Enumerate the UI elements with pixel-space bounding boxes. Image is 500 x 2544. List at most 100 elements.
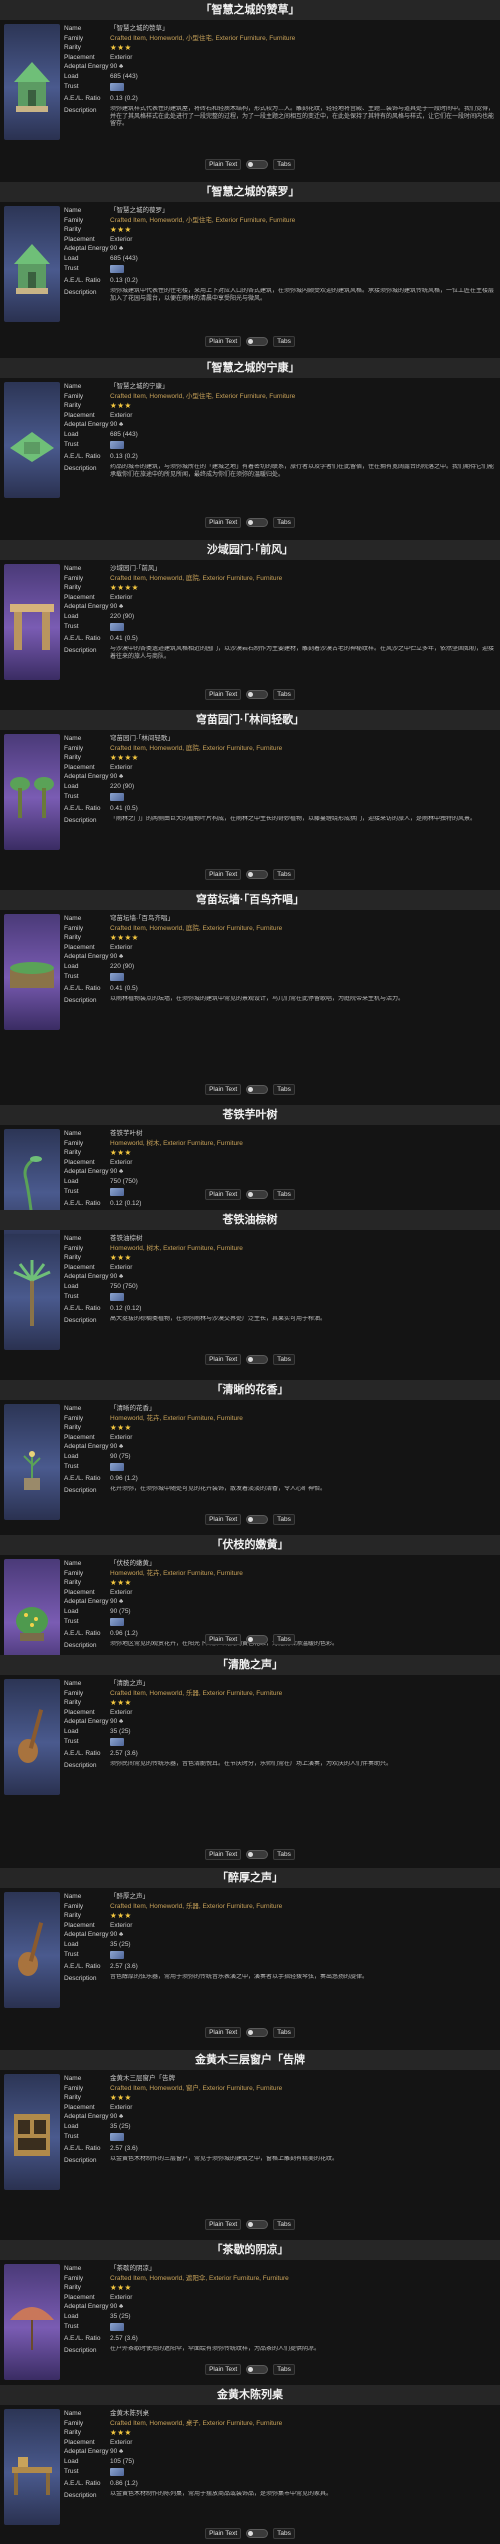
plain-text-button[interactable]: Plain Text (205, 335, 242, 347)
view-toggle-switch[interactable] (246, 2364, 269, 2374)
name-value: 苍铁油棕树 (110, 1235, 143, 1242)
tabs-button[interactable]: Tabs (273, 1633, 295, 1645)
name-value: 「智慧之城的宁康」 (110, 383, 169, 390)
furniture-icon (14, 2114, 50, 2156)
load-label: Load (64, 962, 79, 970)
view-toggle: Plain Text Tabs (0, 2217, 500, 2231)
view-toggle-switch[interactable] (246, 1189, 269, 1199)
energy-value: 90 ♣ (110, 1931, 124, 1939)
ratio-label: A.E./L. Ratio (64, 1963, 101, 1971)
item-title: 金黄木三层窗户「告牌 (0, 2050, 500, 2070)
trust-icon (110, 2467, 124, 2476)
load-label: Load (64, 2122, 79, 2130)
item-thumbnail (4, 1679, 60, 1795)
item-title: 沙域园门·「前风」 (0, 540, 500, 560)
placement-label: Placement (64, 2438, 95, 2446)
plain-text-button[interactable]: Plain Text (205, 158, 242, 170)
trust-label: Trust (64, 1737, 79, 1745)
item-thumbnail (4, 2409, 60, 2525)
ratio-label: A.E./L. Ratio (64, 635, 101, 643)
item-card: 「茶歇的阴凉」 Name 「茶歇的阴凉」 Family Crafted Item, … (0, 2240, 500, 2380)
placement-label: Placement (64, 1921, 95, 1929)
description-value: 药品的城市的建筑，与须弥城所在的「建城之地」有着密切的联系，旅行者以及学者们在此… (110, 463, 495, 478)
item-body: Name 「清脆之声」 Family Crafted Item, Homeworld… (0, 1675, 500, 1865)
item-card: 金黄木三层窗户「告牌 Name 金黄木三层窗户「告牌 Family Crafted … (0, 2050, 500, 2235)
rarity-stars: ★★★ (110, 1253, 132, 1263)
tabs-button[interactable]: Tabs (273, 1513, 295, 1525)
view-toggle-switch[interactable] (246, 2528, 269, 2538)
plain-text-button[interactable]: Plain Text (205, 516, 242, 528)
tabs-button[interactable]: Tabs (273, 688, 295, 700)
energy-value: 90 ♣ (110, 1598, 124, 1606)
item-body: Name 穹苗坛墙·「百鸟齐唱」 Family Crafted Item, Home… (0, 910, 500, 1100)
tabs-button[interactable]: Tabs (273, 516, 295, 528)
view-toggle-switch[interactable] (246, 1849, 269, 1859)
view-toggle-switch[interactable] (246, 2027, 269, 2037)
furniture-icon (10, 432, 54, 462)
tabs-button[interactable]: Tabs (273, 2363, 295, 2375)
plain-text-button[interactable]: Plain Text (205, 2363, 242, 2375)
plain-text-button[interactable]: Plain Text (205, 1188, 242, 1200)
load-value: 35 (25) (110, 2122, 131, 2130)
tabs-button[interactable]: Tabs (273, 1353, 295, 1365)
name-value: 沙域园门·「前风」 (110, 565, 161, 572)
energy-label: Adeptal Energy (64, 63, 109, 71)
plain-text-button[interactable]: Plain Text (205, 1848, 242, 1860)
name-value: 「智慧之城的葆罗」 (110, 207, 169, 214)
trust-icon (110, 972, 124, 981)
plain-text-button[interactable]: Plain Text (205, 2026, 242, 2038)
trust-icon (110, 82, 124, 91)
description-value: 须弥城建筑中代表性的住宅楼，采用上下对应入口的各式建筑，在须弥城内颇受欢迎的建筑… (110, 287, 495, 302)
description-value: 须弥建筑样式代表性的建筑屋，将砖石和轻质木结构，形式较为…入。雕刻花纹，轻轻地将… (110, 105, 495, 128)
view-toggle-switch[interactable] (246, 159, 269, 169)
plain-text-button[interactable]: Plain Text (205, 2527, 242, 2539)
tabs-button[interactable]: Tabs (273, 2026, 295, 2038)
load-label: Load (64, 1607, 79, 1615)
item-body: Name 金黄木三层窗户「告牌 Family Crafted Item, Homew… (0, 2070, 500, 2235)
view-toggle: Plain Text Tabs (0, 1082, 500, 1096)
family-label: Family (64, 574, 84, 582)
trust-label: Trust (64, 1462, 79, 1470)
plain-text-button[interactable]: Plain Text (205, 868, 242, 880)
view-toggle-switch[interactable] (246, 517, 269, 527)
placement-value: Exterior (110, 763, 133, 771)
view-toggle-switch[interactable] (246, 1514, 269, 1524)
view-toggle-switch[interactable] (246, 1084, 269, 1094)
plain-text-button[interactable]: Plain Text (205, 1513, 242, 1525)
view-toggle-switch[interactable] (246, 689, 269, 699)
tabs-button[interactable]: Tabs (273, 868, 295, 880)
plain-text-button[interactable]: Plain Text (205, 1633, 242, 1645)
tabs-button[interactable]: Tabs (273, 335, 295, 347)
plain-text-button[interactable]: Plain Text (205, 2218, 242, 2230)
load-value: 35 (25) (110, 1940, 131, 1948)
name-label: Name (64, 1405, 82, 1412)
placement-label: Placement (64, 235, 95, 243)
view-toggle: Plain Text Tabs (0, 515, 500, 529)
plain-text-button[interactable]: Plain Text (205, 1353, 242, 1365)
plain-text-button[interactable]: Plain Text (205, 1083, 242, 1095)
tabs-button[interactable]: Tabs (273, 2527, 295, 2539)
view-toggle-switch[interactable] (246, 2219, 269, 2229)
name-label: Name (64, 915, 82, 922)
placement-value: Exterior (110, 593, 133, 601)
view-toggle-switch[interactable] (246, 336, 269, 346)
load-label: Load (64, 2457, 79, 2465)
load-label: Load (64, 2312, 79, 2320)
tabs-button[interactable]: Tabs (273, 1188, 295, 1200)
plain-text-button[interactable]: Plain Text (205, 688, 242, 700)
name-value: 「茶歇的阴凉」 (110, 2265, 156, 2272)
view-toggle-switch[interactable] (246, 1634, 269, 1644)
rarity-stars: ★★★★ (110, 933, 139, 943)
view-toggle-switch[interactable] (246, 1354, 269, 1364)
family-label: Family (64, 1244, 84, 1252)
family-value: Crafted Item, Homeworld, 庭院, Exterior Fu… (110, 574, 283, 582)
trust-icon (110, 2322, 124, 2331)
ratio-value: 0.86 (1.2) (110, 2480, 138, 2488)
tabs-button[interactable]: Tabs (273, 2218, 295, 2230)
view-toggle-switch[interactable] (246, 869, 269, 879)
load-value: 90 (75) (110, 1452, 131, 1460)
tabs-button[interactable]: Tabs (273, 1848, 295, 1860)
tabs-button[interactable]: Tabs (273, 158, 295, 170)
view-toggle: Plain Text Tabs (0, 2526, 500, 2540)
tabs-button[interactable]: Tabs (273, 1083, 295, 1095)
